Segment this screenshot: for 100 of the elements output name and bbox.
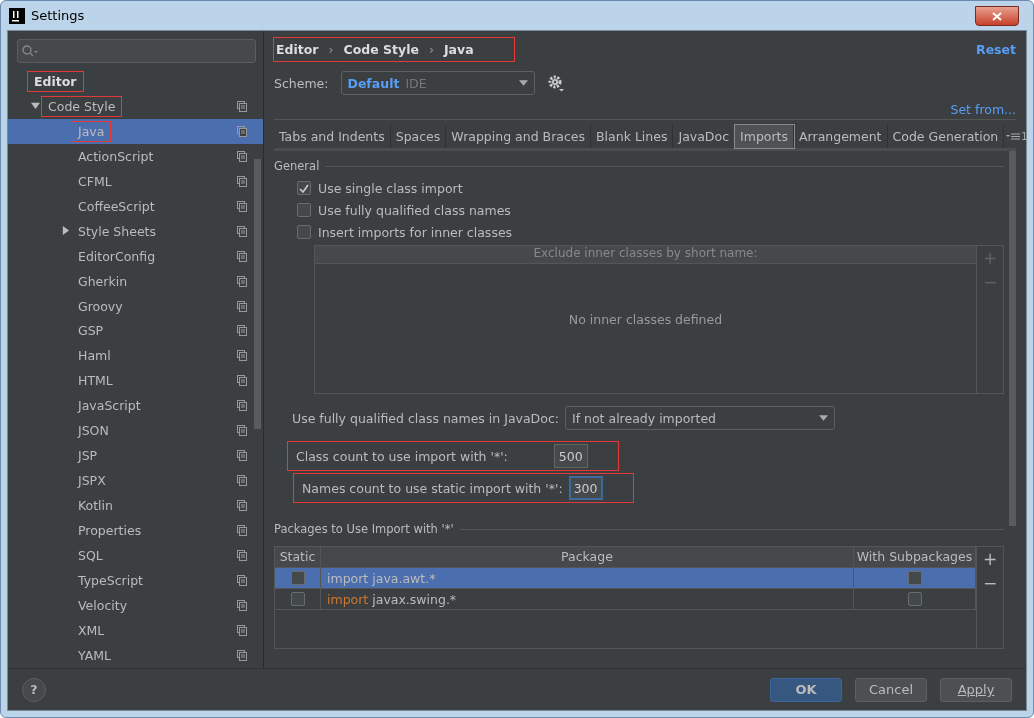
- dialog-button[interactable]: Apply: [940, 677, 1012, 702]
- dialog-button[interactable]: Cancel: [855, 677, 927, 702]
- table-row[interactable]: import javax.swing.*: [275, 589, 976, 610]
- copy-icon: [237, 624, 247, 636]
- checkbox[interactable]: [290, 592, 305, 606]
- number-field[interactable]: 300: [568, 476, 603, 500]
- copy-icon: [237, 525, 247, 537]
- copy-icon: [237, 325, 247, 337]
- tab[interactable]: Spaces: [390, 125, 447, 148]
- javadoc-dropdown[interactable]: If not already imported: [564, 406, 835, 430]
- column-header: With Subpackages: [854, 547, 976, 567]
- copy-icon: [237, 450, 247, 462]
- app-logo-icon: [9, 7, 25, 24]
- checkbox[interactable]: [297, 203, 311, 217]
- tree-item[interactable]: Properties: [8, 518, 263, 544]
- tab[interactable]: Code Generation: [887, 125, 1005, 148]
- checkbox[interactable]: [290, 571, 305, 585]
- field-label: Names count to use static import with '*':: [302, 480, 563, 496]
- tree-item[interactable]: YAML: [8, 642, 263, 668]
- copy-icon: [237, 425, 247, 437]
- copy-icon: [237, 150, 247, 162]
- tab[interactable]: Wrapping and Braces: [446, 125, 592, 148]
- tree-item[interactable]: Gherkin: [8, 268, 263, 294]
- window-title: Settings: [31, 8, 85, 23]
- tree-item[interactable]: GSP: [8, 318, 263, 344]
- copy-icon: [237, 125, 247, 137]
- tree-item[interactable]: Code Style: [8, 93, 263, 119]
- tree-item[interactable]: JavaScript: [8, 393, 263, 419]
- copy-icon: [237, 275, 247, 287]
- breadcrumb-separator: ›: [328, 41, 334, 57]
- scrollbar[interactable]: [254, 159, 261, 429]
- checkbox[interactable]: [297, 225, 311, 239]
- tree-item[interactable]: Editor: [8, 68, 263, 94]
- copy-icon: [237, 475, 247, 487]
- tab[interactable]: Tabs and Indents: [274, 125, 391, 148]
- field-label: Use fully qualified class names in JavaDoc:: [292, 410, 559, 426]
- checkbox[interactable]: [907, 571, 922, 585]
- scheme-dropdown[interactable]: Default IDE: [340, 71, 535, 95]
- empty-message: No inner classes defined: [568, 312, 723, 327]
- tab[interactable]: Arrangement: [794, 125, 888, 148]
- table-cell: import javax.swing.*: [321, 589, 854, 609]
- tree-item[interactable]: CoffeeScript: [8, 193, 263, 219]
- tree-item[interactable]: SQL: [8, 543, 263, 569]
- copy-icon: [237, 350, 247, 362]
- tree-item[interactable]: Groovy: [8, 293, 263, 319]
- dialog-button[interactable]: OK: [770, 677, 842, 702]
- copy-icon: [237, 375, 247, 387]
- section-title: Packages to Use Import with '*': [274, 522, 1004, 536]
- section-title: General: [274, 159, 1004, 173]
- copy-icon: [237, 400, 247, 412]
- tree-item[interactable]: Velocity: [8, 593, 263, 618]
- close-button[interactable]: [975, 5, 1019, 26]
- dropdown-arrow-icon: [518, 80, 528, 86]
- scheme-label: Scheme:: [274, 75, 329, 91]
- search-icon: [22, 45, 38, 57]
- breadcrumb-item[interactable]: Editor: [276, 41, 319, 57]
- breadcrumb-item[interactable]: Code Style: [343, 41, 419, 57]
- set-from-link[interactable]: Set from...: [950, 102, 1016, 117]
- tab[interactable]: Blank Lines: [591, 125, 674, 148]
- tab[interactable]: Imports: [735, 125, 794, 148]
- tree-item[interactable]: JSPX: [8, 468, 263, 494]
- tree-item[interactable]: ActionScript: [8, 143, 263, 169]
- scrollbar[interactable]: [1009, 151, 1016, 526]
- checkbox-label[interactable]: Use fully qualified class names: [318, 202, 511, 218]
- copy-icon: [237, 500, 247, 512]
- tree-item[interactable]: Haml: [8, 343, 263, 369]
- tree-item[interactable]: Kotlin: [8, 493, 263, 519]
- checkbox[interactable]: [907, 592, 922, 606]
- checkbox-label[interactable]: Insert imports for inner classes: [318, 224, 513, 240]
- copy-icon: [237, 225, 247, 237]
- remove-button[interactable]: −: [982, 571, 998, 595]
- tree-item[interactable]: EditorConfig: [8, 243, 263, 269]
- tree-item[interactable]: HTML: [8, 368, 263, 394]
- add-button[interactable]: +: [982, 547, 998, 571]
- copy-icon: [237, 250, 247, 262]
- tree-item[interactable]: JSP: [8, 443, 263, 469]
- gear-icon[interactable]: [546, 74, 565, 92]
- search-field[interactable]: [17, 39, 256, 63]
- tree-item[interactable]: XML: [8, 617, 263, 643]
- collapsed-triangle-icon[interactable]: [60, 225, 70, 235]
- reset-link[interactable]: Reset: [976, 41, 1016, 57]
- field-label: Class count to use import with '*':: [296, 448, 508, 464]
- tree-item[interactable]: TypeScript: [8, 568, 263, 593]
- expanded-triangle-icon[interactable]: [30, 100, 40, 110]
- tab-overflow-menu[interactable]: 1: [1004, 125, 1030, 148]
- help-button[interactable]: ?: [22, 677, 46, 702]
- tree-item[interactable]: CFML: [8, 168, 263, 194]
- list-icon: [1006, 133, 1021, 140]
- column-header: Static: [275, 547, 321, 567]
- tree-item[interactable]: Style Sheets: [8, 218, 263, 244]
- tree-item[interactable]: JSON: [8, 418, 263, 444]
- copy-icon: [237, 649, 247, 661]
- breadcrumb-item[interactable]: Java: [443, 41, 474, 57]
- checkbox[interactable]: [297, 181, 311, 195]
- table-cell: import java.awt.*: [321, 568, 854, 588]
- copy-icon: [237, 575, 247, 586]
- dropdown-arrow-icon: [818, 415, 828, 421]
- copy-icon: [237, 300, 247, 312]
- checkbox-label[interactable]: Use single class import: [318, 180, 463, 196]
- number-field[interactable]: 500: [553, 444, 588, 468]
